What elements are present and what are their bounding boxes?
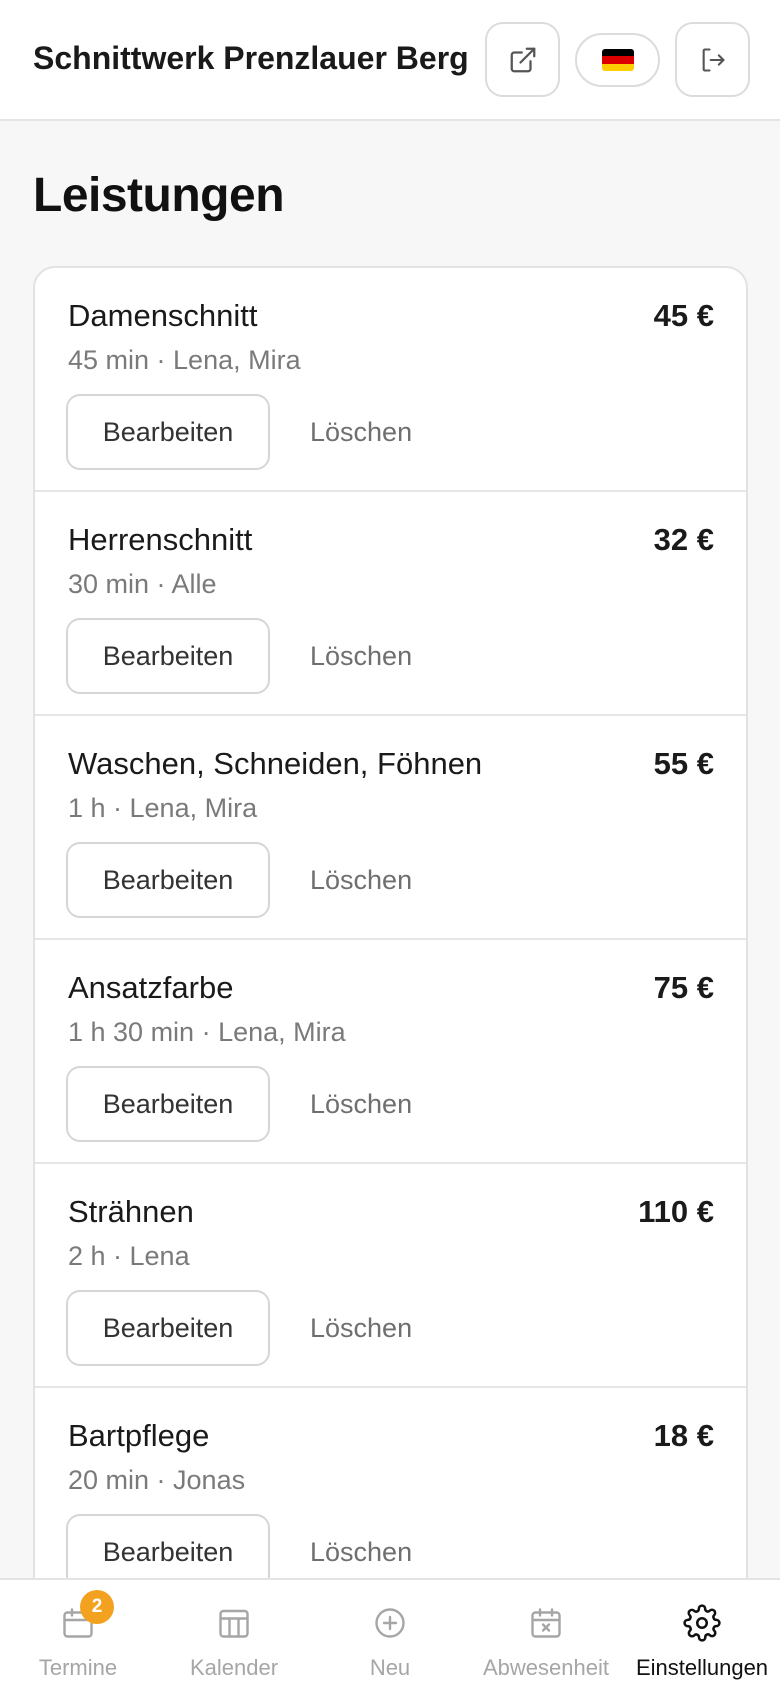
service-meta: 45 min · Lena, Mira <box>68 345 301 375</box>
notification-badge: 2 <box>80 1590 114 1624</box>
service-meta: 1 h 30 min · Lena, Mira <box>68 1017 346 1047</box>
logout-button[interactable] <box>675 22 750 97</box>
salon-name: Schnittwerk Prenzlauer Berg <box>33 40 469 76</box>
service-meta: 1 h · Lena, Mira <box>68 793 258 823</box>
nav-label: Neu <box>369 1655 411 1680</box>
open-public-page-button[interactable] <box>485 22 560 97</box>
edit-button[interactable]: Bearbeiten <box>66 1066 270 1142</box>
service-row: Ansatzfarbe 1 h 30 min · Lena, Mira 75 €… <box>35 940 746 1164</box>
service-name: Bartpflege <box>68 1418 210 1453</box>
edit-button[interactable]: Bearbeiten <box>66 842 270 918</box>
service-row: Damenschnitt 45 min · Lena, Mira 45 € Be… <box>35 268 746 492</box>
service-name: Waschen, Schneiden, Föhnen <box>68 746 483 781</box>
nav-label: Termine <box>38 1655 118 1680</box>
delete-button[interactable]: Löschen <box>310 1290 412 1366</box>
service-name: Damenschnitt <box>68 298 258 333</box>
service-price: 45 € <box>653 298 714 333</box>
nav-item-abwesenheit[interactable]: Abwesenheit <box>468 1580 624 1688</box>
nav-label: Einstellungen <box>635 1655 769 1680</box>
calendar-grid-icon <box>214 1603 254 1643</box>
page-title: Leistungen <box>33 169 285 222</box>
service-row: Waschen, Schneiden, Föhnen 1 h · Lena, M… <box>35 716 746 940</box>
delete-button[interactable]: Löschen <box>310 618 412 694</box>
gear-icon <box>682 1603 722 1643</box>
services-list: Damenschnitt 45 min · Lena, Mira 45 € Be… <box>33 266 748 1606</box>
service-row: Strähnen 2 h · Lena 110 € Bearbeiten Lös… <box>35 1164 746 1388</box>
service-price: 75 € <box>653 970 714 1005</box>
nav-item-einstellungen[interactable]: Einstellungen <box>624 1580 780 1688</box>
service-price: 110 € <box>638 1194 714 1229</box>
top-header: Schnittwerk Prenzlauer Berg <box>0 0 780 121</box>
nav-label: Kalender <box>189 1655 279 1680</box>
service-name: Ansatzfarbe <box>68 970 234 1005</box>
service-price: 32 € <box>653 522 714 557</box>
nav-item-termine[interactable]: 2 Termine <box>0 1580 156 1688</box>
bottom-navigation: 2 Termine Kalender Neu Abwesenheit Einst… <box>0 1578 780 1688</box>
service-row: Herrenschnitt 30 min · Alle 32 € Bearbei… <box>35 492 746 716</box>
edit-button[interactable]: Bearbeiten <box>66 1290 270 1366</box>
edit-button[interactable]: Bearbeiten <box>66 394 270 470</box>
language-switch-button[interactable] <box>575 33 660 87</box>
delete-button[interactable]: Löschen <box>310 1066 412 1142</box>
app: Schnittwerk Prenzlauer Berg Leistungen D… <box>0 0 780 1688</box>
service-row: Bartpflege 20 min · Jonas 18 € Bearbeite… <box>35 1388 746 1604</box>
external-link-icon <box>510 47 535 72</box>
delete-button[interactable]: Löschen <box>310 842 412 918</box>
service-meta: 30 min · Alle <box>68 569 217 599</box>
flag-de-icon <box>601 49 634 71</box>
nav-item-kalender[interactable]: Kalender <box>156 1580 312 1688</box>
calendar-x-icon <box>526 1603 566 1643</box>
service-meta: 20 min · Jonas <box>68 1465 246 1495</box>
nav-item-neu[interactable]: Neu <box>312 1580 468 1688</box>
service-name: Herrenschnitt <box>68 522 253 557</box>
service-price: 55 € <box>653 746 714 781</box>
delete-button[interactable]: Löschen <box>310 394 412 470</box>
edit-button[interactable]: Bearbeiten <box>66 618 270 694</box>
plus-circle-icon <box>370 1603 410 1643</box>
nav-label: Abwesenheit <box>483 1655 609 1680</box>
service-name: Strähnen <box>68 1194 194 1229</box>
logout-icon <box>702 47 725 72</box>
service-price: 18 € <box>653 1418 714 1453</box>
service-meta: 2 h · Lena <box>68 1241 190 1271</box>
